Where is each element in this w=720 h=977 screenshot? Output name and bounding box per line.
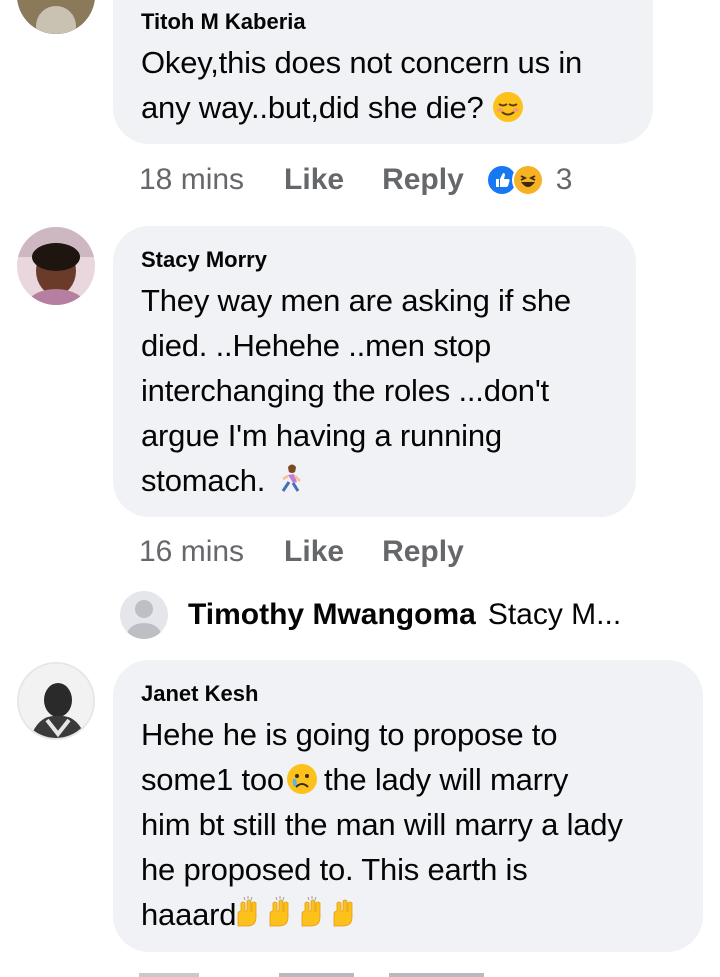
comment-author[interactable]: Titoh M Kaberia xyxy=(141,8,625,36)
like-button[interactable]: Like xyxy=(284,535,344,569)
comment-line: argue I'm having a running xyxy=(141,418,502,453)
comment-text: They way men are asking if she died. ..H… xyxy=(141,278,608,503)
avatar[interactable] xyxy=(17,227,95,305)
comment-bubble: Stacy Morry They way men are asking if s… xyxy=(113,226,636,517)
reactions-summary[interactable] xyxy=(485,164,544,196)
comment-line: haaard xyxy=(141,892,675,940)
reply-button[interactable]: Reply xyxy=(382,535,464,569)
comment-time[interactable]: 16 mins xyxy=(139,535,244,569)
reply-button[interactable]: Reply xyxy=(382,163,464,197)
raising-hands-emoji xyxy=(236,894,368,940)
comment-line: Hehe he is going to propose to xyxy=(141,717,558,752)
avatar[interactable] xyxy=(17,0,95,34)
reply-author[interactable]: Timothy Mwangoma xyxy=(188,598,476,632)
haha-reaction-icon xyxy=(511,164,544,196)
comment-text: Okey,this does not concern us in any way… xyxy=(141,40,625,130)
comment-bubble: Titoh M Kaberia Okey,this does not conce… xyxy=(113,0,653,144)
comment-meta-partial xyxy=(139,962,484,977)
comment-text: Hehe he is going to propose to some1 too… xyxy=(141,712,675,940)
comment-line: some1 too the lady will marry xyxy=(141,757,675,802)
reply-preview-text[interactable]: Stacy M... xyxy=(488,598,621,632)
crying-face-emoji xyxy=(286,763,318,800)
view-reply-row[interactable]: Timothy Mwangoma Stacy M... xyxy=(120,588,621,642)
like-button[interactable]: Like xyxy=(284,163,344,197)
comment-line: interchanging the roles ...don't xyxy=(141,373,549,408)
comment-line: he proposed to. This earth is xyxy=(141,852,528,887)
woman-running-emoji xyxy=(274,463,308,502)
comment-author[interactable]: Stacy Morry xyxy=(141,246,608,274)
relieved-face-emoji xyxy=(492,91,524,128)
comment-meta: 16 mins Like Reply xyxy=(139,532,486,572)
comment-line: him bt still the man will marry a lady xyxy=(141,807,623,842)
reaction-count[interactable]: 3 xyxy=(556,163,573,197)
default-avatar-icon xyxy=(120,591,168,639)
comment-line: any way..but,did she die? xyxy=(141,85,625,130)
comment-bubble: Janet Kesh Hehe he is going to propose t… xyxy=(113,660,703,952)
comment-line: stomach. xyxy=(141,458,608,503)
comment-time[interactable]: 18 mins xyxy=(139,163,244,197)
comment-author[interactable]: Janet Kesh xyxy=(141,680,675,708)
avatar[interactable] xyxy=(17,662,95,740)
comment-line: died. ..Hehehe ..men stop xyxy=(141,328,492,363)
comment-line: Okey,this does not concern us in xyxy=(141,45,583,80)
comment-meta: 18 mins Like Reply 3 xyxy=(139,160,572,200)
comment-line: They way men are asking if she xyxy=(141,283,571,318)
